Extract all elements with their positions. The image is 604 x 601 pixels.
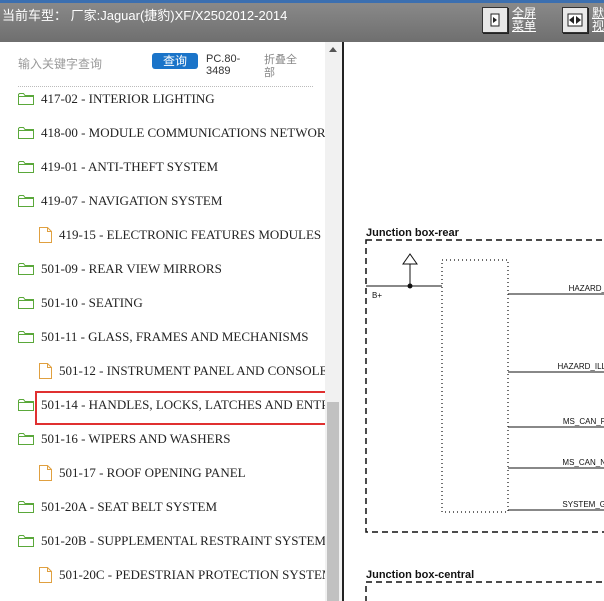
signal-lines: HAZARD_ HAZARD_ILL MS_CAN_P MS_CAN_N SYSTEM_…	[508, 284, 604, 511]
sidebar: 查询 PC.80-3489 折叠全部 417-02 - INTERIOR LIG…	[0, 42, 342, 601]
top-bar: 当前车型： 厂家:Jaguar(捷豹)XF/X2502012-2014 全屏 菜…	[0, 0, 604, 42]
junction-box-central-label: Junction box-central	[366, 569, 474, 581]
tree-folder-item[interactable]: 419-01 - ANTI-THEFT SYSTEM	[18, 156, 218, 178]
folder-icon	[18, 330, 37, 344]
search-divider	[18, 86, 313, 87]
tree-folder-item[interactable]: 418-00 - MODULE COMMUNICATIONS NETWORK	[18, 122, 325, 144]
vehicle-label: 当前车型： 厂家:Jaguar(捷豹)XF/X2502012-2014	[2, 8, 288, 23]
bplus-label: B+	[372, 291, 382, 300]
fullscreen-icon	[482, 7, 508, 33]
signal-label: HAZARD_	[569, 284, 604, 293]
document-icon	[39, 363, 55, 379]
junction-box-rear-module	[441, 259, 509, 513]
folder-icon	[18, 126, 37, 140]
tree-item-label: 501-10 - SEATING	[41, 295, 143, 310]
tree-document-item[interactable]: 501-17 - ROOF OPENING PANEL	[39, 462, 246, 484]
tree-document-item[interactable]: 419-15 - ELECTRONIC FEATURES MODULES	[39, 224, 321, 246]
wiring-diagram: Junction box-rear B+ HAZARD_ HAZARD_ILL MS…	[365, 227, 604, 601]
folder-icon	[18, 296, 37, 310]
tree-document-item[interactable]: 501-20C - PEDESTRIAN PROTECTION SYSTEM	[39, 564, 325, 586]
collapse-all-button[interactable]: 折叠全部	[264, 53, 304, 79]
fit-view-label: 默 视	[592, 6, 604, 33]
document-icon	[39, 227, 55, 243]
search-row: 查询 PC.80-3489 折叠全部	[0, 42, 325, 87]
scroll-up-arrow-icon[interactable]	[329, 47, 337, 52]
tree-item-label: 501-20B - SUPPLEMENTAL RESTRAINT SYSTEM	[41, 533, 325, 548]
tree-item-label: 501-16 - WIPERS AND WASHERS	[41, 431, 231, 446]
tree-item-label: 501-09 - REAR VIEW MIRRORS	[41, 261, 222, 276]
tree-folder-item[interactable]: 501-10 - SEATING	[18, 292, 143, 314]
tree-item-label: 501-11 - GLASS, FRAMES AND MECHANISMS	[41, 329, 309, 344]
tree-folder-item[interactable]: 501-16 - WIPERS AND WASHERS	[18, 428, 230, 450]
tree-item-label: 419-15 - ELECTRONIC FEATURES MODULES	[59, 227, 322, 242]
pc-code-label: PC.80-3489	[206, 53, 241, 77]
tree-folder-item[interactable]: 417-02 - INTERIOR LIGHTING	[18, 88, 215, 110]
fullscreen-button[interactable]: 全屏 菜单	[482, 6, 536, 34]
tree-item-label: 501-20C - PEDESTRIAN PROTECTION SYSTEM	[59, 567, 325, 582]
folder-icon	[18, 194, 37, 208]
power-arrow-icon	[402, 253, 418, 265]
signal-label: SYSTEM_G	[562, 500, 604, 509]
folder-icon	[18, 432, 37, 446]
folder-icon	[18, 92, 37, 106]
search-input[interactable]	[18, 54, 146, 74]
folder-icon	[18, 534, 37, 548]
fit-view-button[interactable]: 默 视	[562, 6, 604, 34]
tree-item-label: 419-01 - ANTI-THEFT SYSTEM	[41, 159, 219, 174]
document-icon	[39, 567, 55, 583]
fit-view-icon	[562, 7, 588, 33]
scroll-thumb[interactable]	[327, 402, 339, 601]
diagram-viewer[interactable]: Junction box-rear B+ HAZARD_ HAZARD_ILL MS…	[342, 42, 604, 601]
tree-folder-item[interactable]: 419-07 - NAVIGATION SYSTEM	[18, 190, 222, 212]
document-icon	[39, 465, 55, 481]
folder-icon	[18, 500, 37, 514]
junction-box-rear-label: Junction box-rear	[366, 227, 460, 239]
tree-item-label: 417-02 - INTERIOR LIGHTING	[41, 91, 215, 106]
query-button[interactable]: 查询	[152, 53, 198, 69]
tree-folder-item[interactable]: 501-11 - GLASS, FRAMES AND MECHANISMS	[18, 326, 309, 348]
tree-item-label: 419-07 - NAVIGATION SYSTEM	[41, 193, 223, 208]
tree-document-item[interactable]: 501-12 - INSTRUMENT PANEL AND CONSOLE	[39, 360, 325, 382]
tree-folder-item[interactable]: 501-20B - SUPPLEMENTAL RESTRAINT SYSTEM	[18, 530, 325, 552]
junction-box-central-outline	[365, 581, 604, 601]
signal-label: MS_CAN_P	[563, 417, 604, 426]
signal-label: HAZARD_ILL	[558, 362, 604, 371]
folder-icon	[18, 160, 37, 174]
signal-label: MS_CAN_N	[562, 458, 604, 467]
fullscreen-label: 全屏 菜单	[512, 6, 537, 33]
tree-item-label: 501-20A - SEAT BELT SYSTEM	[41, 499, 218, 514]
tree-item-label: 501-12 - INSTRUMENT PANEL AND CONSOLE	[59, 363, 325, 378]
tree-item-label: 501-17 - ROOF OPENING PANEL	[59, 465, 246, 480]
tree-item-label: 418-00 - MODULE COMMUNICATIONS NETWORK	[41, 125, 325, 140]
window-accent-strip	[0, 0, 604, 3]
selection-highlight	[35, 391, 330, 425]
sidebar-scrollbar[interactable]	[325, 42, 342, 601]
folder-icon	[18, 262, 37, 276]
category-tree: 417-02 - INTERIOR LIGHTING 418-00 - MODUL…	[0, 88, 325, 601]
tree-folder-item[interactable]: 501-09 - REAR VIEW MIRRORS	[18, 258, 222, 280]
tree-folder-item[interactable]: 501-20A - SEAT BELT SYSTEM	[18, 496, 217, 518]
